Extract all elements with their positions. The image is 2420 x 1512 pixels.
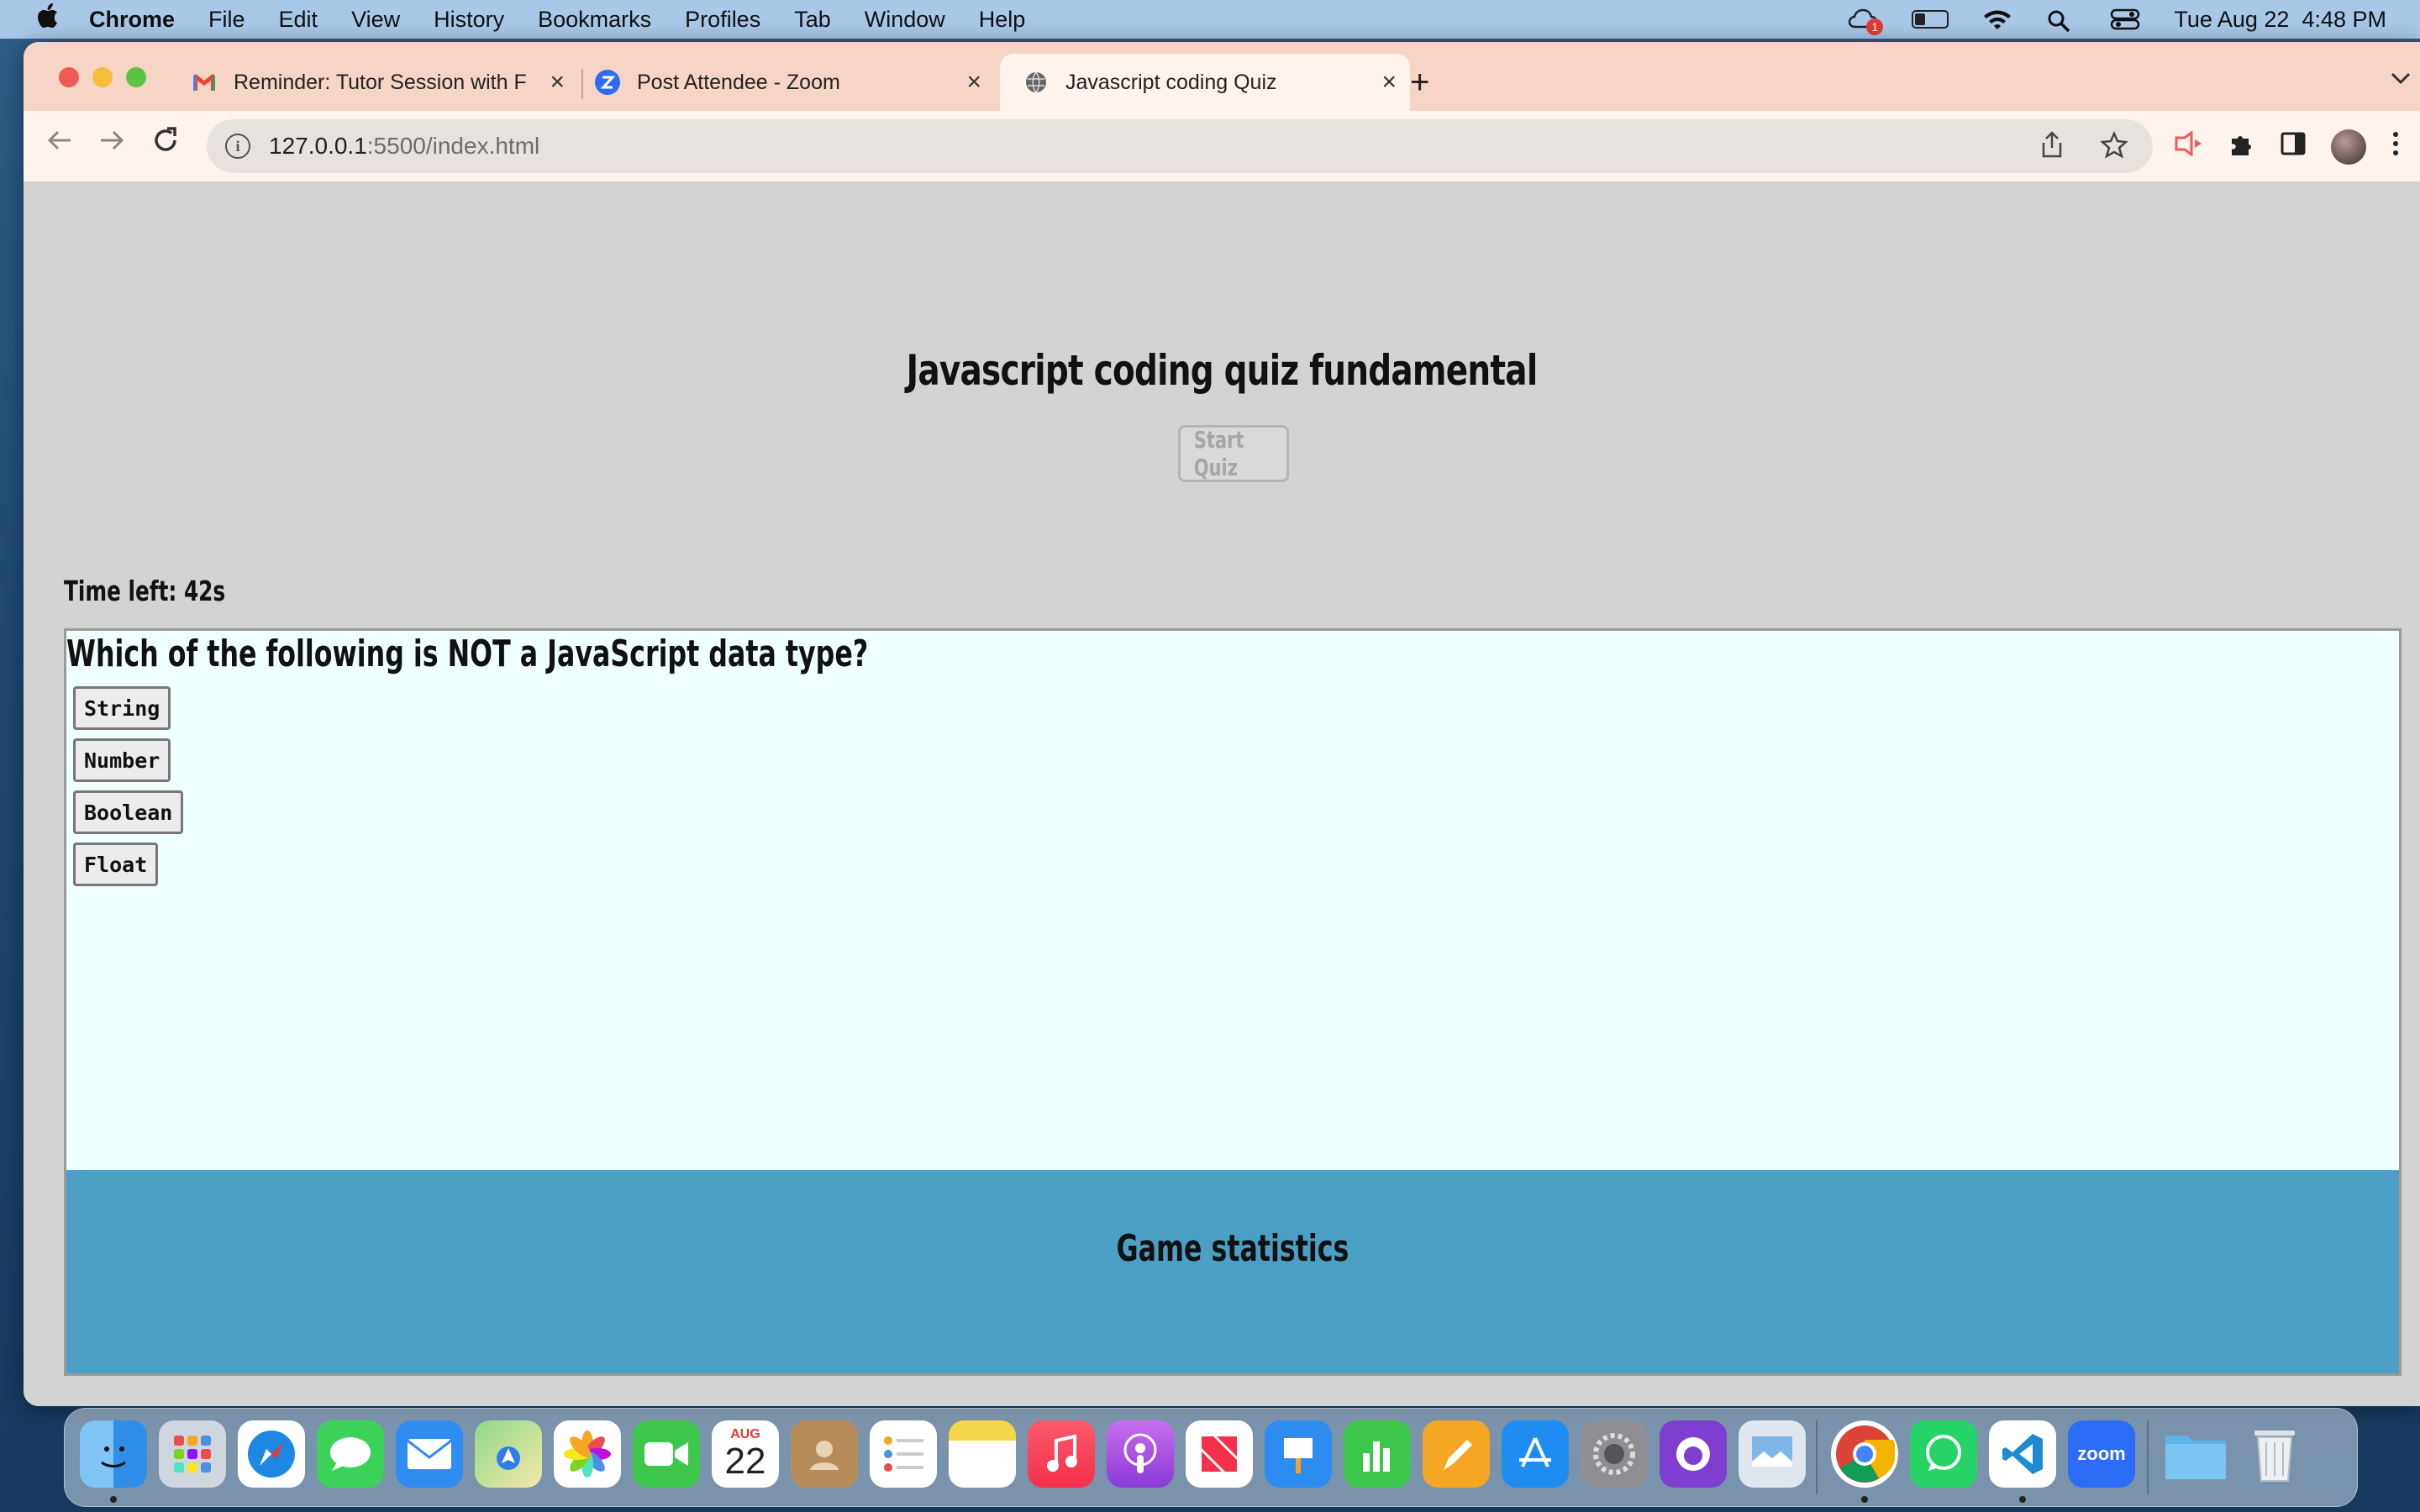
reload-icon[interactable]	[151, 126, 180, 163]
menu-file[interactable]: File	[208, 7, 245, 33]
side-panel-icon[interactable]	[2281, 131, 2306, 163]
extensions-area	[2175, 129, 2400, 165]
browser-window: Reminder: Tutor Session with F × Post At…	[24, 42, 2420, 1406]
facetime-icon[interactable]	[633, 1420, 700, 1488]
vscode-icon[interactable]	[1989, 1420, 2056, 1488]
browser-toolbar: i 127.0.0.1:5500/index.html	[24, 111, 2420, 181]
tab-quiz[interactable]: Javascript coding Quiz ×	[1000, 54, 1410, 111]
menu-app-name[interactable]: Chrome	[89, 7, 175, 33]
tab-title: Post Attendee - Zoom	[637, 70, 840, 94]
tab-close-icon[interactable]: ×	[966, 68, 981, 97]
menu-help[interactable]: Help	[979, 7, 1026, 33]
music-icon[interactable]	[1028, 1420, 1095, 1488]
extensions-puzzle-icon[interactable]	[2228, 130, 2255, 164]
messages-icon[interactable]	[317, 1420, 384, 1488]
tab-gmail[interactable]: Reminder: Tutor Session with F ×	[192, 54, 578, 111]
dock: AUG 22 zoom	[64, 1408, 2358, 1507]
screencast-extension-icon[interactable]	[2175, 130, 2203, 163]
github-desktop-icon[interactable]	[1660, 1420, 1727, 1488]
timer-text: Time left: 42s	[64, 575, 226, 607]
tab-title: Javascript coding Quiz	[1065, 70, 1277, 94]
wifi-icon[interactable]	[1982, 8, 2012, 30]
keynote-icon[interactable]	[1265, 1420, 1332, 1488]
trash-icon[interactable]	[2241, 1420, 2308, 1488]
chrome-menu-icon[interactable]	[2391, 130, 2400, 164]
pages-icon[interactable]	[1423, 1420, 1490, 1488]
battery-icon[interactable]	[1912, 10, 1949, 29]
cloud-badge: 1	[1866, 18, 1884, 35]
url-text: 127.0.0.1:5500/index.html	[269, 133, 540, 159]
menu-history[interactable]: History	[434, 7, 504, 33]
spotlight-icon[interactable]	[2046, 8, 2076, 33]
contacts-icon[interactable]	[791, 1420, 858, 1488]
tab-title: Reminder: Tutor Session with F	[234, 70, 527, 94]
gmail-icon	[192, 70, 217, 95]
start-quiz-button[interactable]: Start Quiz	[1178, 425, 1289, 482]
profile-avatar[interactable]	[2331, 129, 2366, 165]
tab-search-chevron-icon[interactable]	[2390, 66, 2412, 92]
menu-window[interactable]: Window	[865, 7, 945, 33]
site-info-icon[interactable]: i	[225, 134, 250, 159]
zoom-icon	[595, 70, 620, 95]
tab-zoom[interactable]: Post Attendee - Zoom ×	[595, 54, 995, 111]
apple-icon[interactable]	[30, 3, 64, 36]
finder-icon[interactable]	[80, 1420, 147, 1488]
preview-icon[interactable]	[1739, 1420, 1806, 1488]
address-bar[interactable]: i 127.0.0.1:5500/index.html	[207, 119, 2153, 173]
menu-bookmarks[interactable]: Bookmarks	[538, 7, 651, 33]
question-text: Which of the following is NOT a JavaScri…	[66, 633, 869, 675]
menu-profiles[interactable]: Profiles	[685, 7, 760, 33]
menu-tab[interactable]: Tab	[794, 7, 831, 33]
window-zoom-button[interactable]	[126, 67, 146, 87]
creative-cloud-icon[interactable]: 1	[1848, 8, 1884, 35]
web-page: Javascript coding quiz fundamental Start…	[24, 181, 2420, 1406]
calendar-icon[interactable]: AUG 22	[712, 1420, 779, 1488]
choice-button-float[interactable]: Float	[73, 843, 159, 886]
zoom-label: zoom	[2077, 1443, 2126, 1464]
share-icon[interactable]	[2040, 131, 2064, 165]
maps-icon[interactable]	[475, 1420, 542, 1488]
safari-icon[interactable]	[238, 1420, 305, 1488]
control-center-icon[interactable]	[2110, 8, 2140, 30]
back-icon[interactable]	[45, 126, 74, 163]
launchpad-icon[interactable]	[159, 1420, 226, 1488]
choice-button-boolean[interactable]: Boolean	[73, 790, 184, 834]
reminders-icon[interactable]	[870, 1420, 937, 1488]
window-close-button[interactable]	[59, 67, 79, 87]
downloads-folder-icon[interactable]	[2162, 1420, 2229, 1488]
new-tab-icon[interactable]: +	[1410, 64, 1429, 102]
globe-icon	[1023, 70, 1049, 95]
page-title: Javascript coding quiz fundamental	[906, 346, 1539, 395]
stats-title: Game statistics	[1116, 1227, 1349, 1270]
window-minimize-button[interactable]	[92, 67, 113, 87]
bookmark-star-icon[interactable]	[2100, 130, 2128, 165]
system-settings-icon[interactable]	[1581, 1420, 1648, 1488]
numbers-icon[interactable]	[1344, 1420, 1411, 1488]
menu-edit[interactable]: Edit	[279, 7, 318, 33]
game-statistics-panel: Game statistics	[66, 1170, 2399, 1373]
quiz-container: Which of the following is NOT a JavaScri…	[64, 628, 2402, 1376]
whatsapp-icon[interactable]	[1910, 1420, 1977, 1488]
tab-close-icon[interactable]: ×	[1381, 68, 1397, 97]
menu-bar-status: 1 Tue Aug 22 4:48 PM	[1848, 0, 2386, 39]
zoom-app-icon[interactable]: zoom	[2068, 1420, 2135, 1488]
news-icon[interactable]	[1186, 1420, 1253, 1488]
photos-icon[interactable]	[554, 1420, 621, 1488]
forward-icon[interactable]	[97, 126, 126, 163]
chrome-icon[interactable]	[1831, 1420, 1898, 1488]
podcasts-icon[interactable]	[1107, 1420, 1174, 1488]
menu-bar: Chrome File Edit View History Bookmarks …	[0, 0, 2420, 39]
tab-close-icon[interactable]: ×	[550, 68, 565, 97]
menu-view[interactable]: View	[351, 7, 400, 33]
notes-icon[interactable]	[949, 1420, 1016, 1488]
app-store-icon[interactable]	[1502, 1420, 1569, 1488]
calendar-day: 22	[724, 1441, 766, 1482]
choice-button-string[interactable]: String	[73, 686, 171, 730]
mail-icon[interactable]	[396, 1420, 463, 1488]
choice-button-number[interactable]: Number	[73, 738, 171, 782]
tab-bar: Reminder: Tutor Session with F × Post At…	[24, 42, 2420, 111]
menu-clock[interactable]: Tue Aug 22 4:48 PM	[2174, 7, 2386, 33]
